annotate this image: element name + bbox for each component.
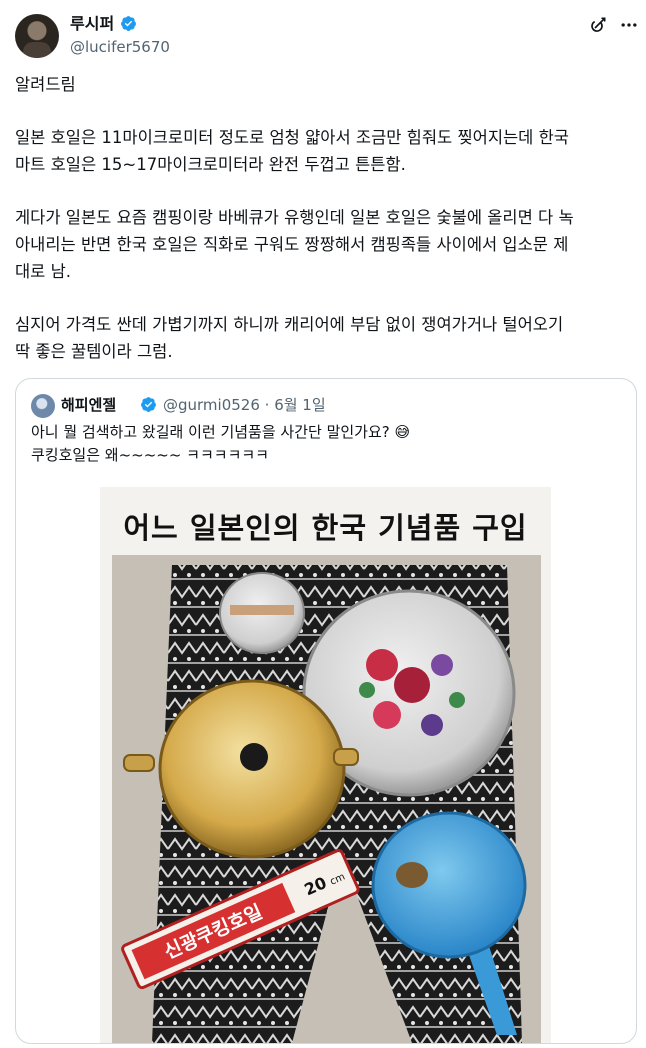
post-paragraph: 일본 호일은 11마이크로미터 정도로 엄청 얇아서 조금만 힘줘도 찢어지는데… [15, 128, 569, 174]
quote-handle-date: @gurmi0526 · 6월 1일 [163, 396, 326, 414]
quote-line: 쿠킹호일은 왜~~~~~ ㅋㅋㅋㅋㅋㅋ [31, 446, 269, 464]
quote-line: 아니 뭘 검색하고 왔길래 이런 기념품을 사간단 말인가요? 😅 [31, 423, 411, 441]
post-paragraph: 심지어 가격도 싼데 가볍기까지 하니까 캐리어에 부담 없이 쟁여가거나 털어… [15, 315, 564, 361]
post-paragraph: 알려드림 [15, 75, 76, 94]
author-handle[interactable]: @lucifer5670 [70, 37, 170, 57]
quote-text: 아니 뭘 검색하고 왔길래 이런 기념품을 사간단 말인가요? 😅 쿠킹호일은 … [31, 421, 621, 467]
author-name[interactable]: 루시퍼 [70, 14, 114, 34]
souvenir-illustration: 신광쿠킹호일 20 cm [112, 555, 541, 1043]
image-title: 어느 일본인의 한국 기념품 구입 [123, 511, 528, 545]
more-icon[interactable] [618, 15, 640, 35]
quote-author-avatar [31, 394, 55, 418]
quote-author-name: 해피엔젤 [61, 396, 117, 414]
author-avatar[interactable] [15, 14, 59, 58]
verified-badge-icon [141, 397, 156, 412]
verified-badge-icon [121, 16, 136, 31]
grok-icon[interactable] [588, 15, 608, 35]
post-text: 알려드림 일본 호일은 11마이크로미터 정도로 엄청 얇아서 조금만 힘줘도 … [15, 71, 630, 391]
quoted-tweet[interactable]: 해피엔젤 @gurmi0526 · 6월 1일 아니 뭘 검색하고 왔길래 이런… [15, 378, 637, 1044]
quote-image[interactable]: 어느 일본인의 한국 기념품 구입 신광쿠킹호일 20 cm [100, 487, 551, 1043]
post-paragraph: 게다가 일본도 요즘 캠핑이랑 바베큐가 유행인데 일본 호일은 숯불에 올리면… [15, 208, 574, 281]
souvenir-photo: 신광쿠킹호일 20 cm [112, 555, 541, 1043]
